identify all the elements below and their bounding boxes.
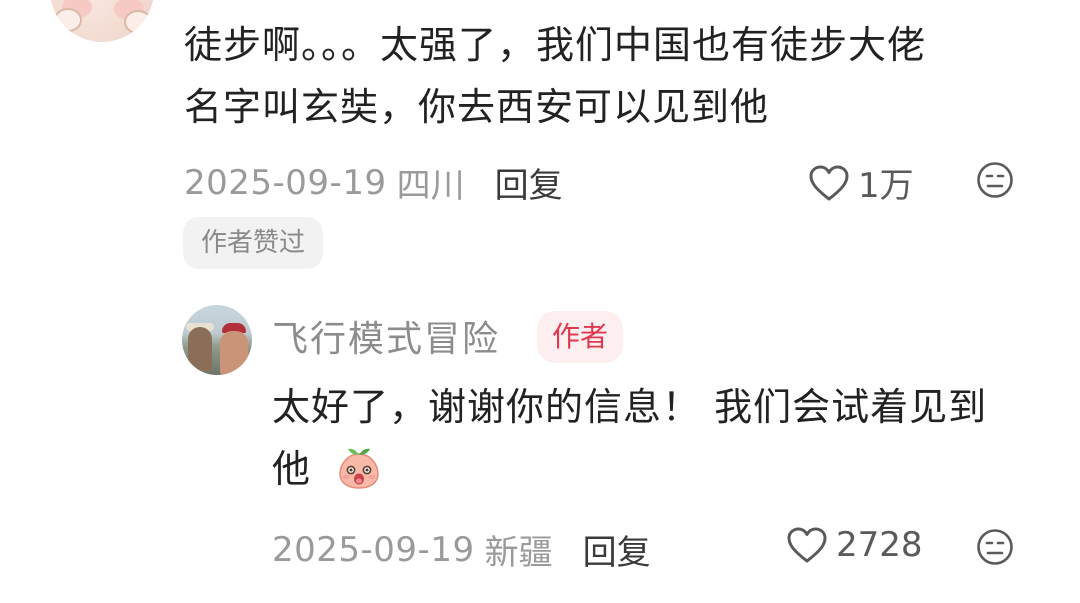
reply-body: 太好了，谢谢你的信息！ 我们会试着见到 他: [272, 376, 1062, 500]
reply-location: 新疆: [484, 533, 553, 573]
commenter-avatar[interactable]: [50, 0, 154, 42]
like-button[interactable]: 1万: [808, 158, 914, 207]
author-liked-badge: 作者赞过: [183, 217, 324, 269]
comment-body: 徒步啊。。。太强了，我们中国也有徒步大佬 名字叫玄奘，你去西安可以见到他: [184, 14, 1044, 138]
like-count: 2728: [836, 525, 923, 565]
comment-thread: 徒步啊。。。太强了，我们中国也有徒步大佬 名字叫玄奘，你去西安可以见到他 202…: [0, 0, 1080, 603]
like-button[interactable]: 2728: [786, 525, 923, 565]
heart-outline-icon: [787, 527, 827, 563]
author-name[interactable]: 飞行模式冒险: [272, 310, 500, 362]
reply-text-line: 太好了，谢谢你的信息！ 我们会试着见到: [272, 385, 988, 429]
reply-text-tail: 他: [272, 447, 312, 491]
author-tag-badge: 作者: [537, 311, 624, 363]
meh-face-icon[interactable]: [976, 161, 1014, 199]
reply-date: 2025-09-19: [272, 529, 475, 570]
reply-meta: 2025-09-19 新疆 回复: [272, 525, 651, 574]
avatar-paw: [124, 10, 152, 34]
comment-text-line: 徒步啊。。。太强了，我们中国也有徒步大佬: [184, 23, 927, 67]
avatar-paw: [54, 8, 82, 32]
meh-face-icon[interactable]: [976, 528, 1014, 566]
heart-outline-icon: [809, 165, 849, 200]
author-avatar[interactable]: [182, 305, 252, 375]
peach-face-emoji: [339, 448, 379, 489]
comment-text-line: 名字叫玄奘，你去西安可以见到他: [184, 85, 770, 129]
like-count: 1万: [858, 166, 914, 206]
avatar-person: [220, 331, 248, 375]
reply-text-line-with-emoji: 他: [272, 438, 1062, 500]
reply-button[interactable]: 回复: [495, 158, 563, 207]
avatar-person: [188, 327, 212, 371]
reply-button[interactable]: 回复: [583, 525, 651, 574]
comment-date: 2025-09-19: [184, 162, 387, 203]
comment-meta: 2025-09-19 四川 回复: [184, 158, 563, 207]
comment-location: 四川: [396, 166, 465, 206]
